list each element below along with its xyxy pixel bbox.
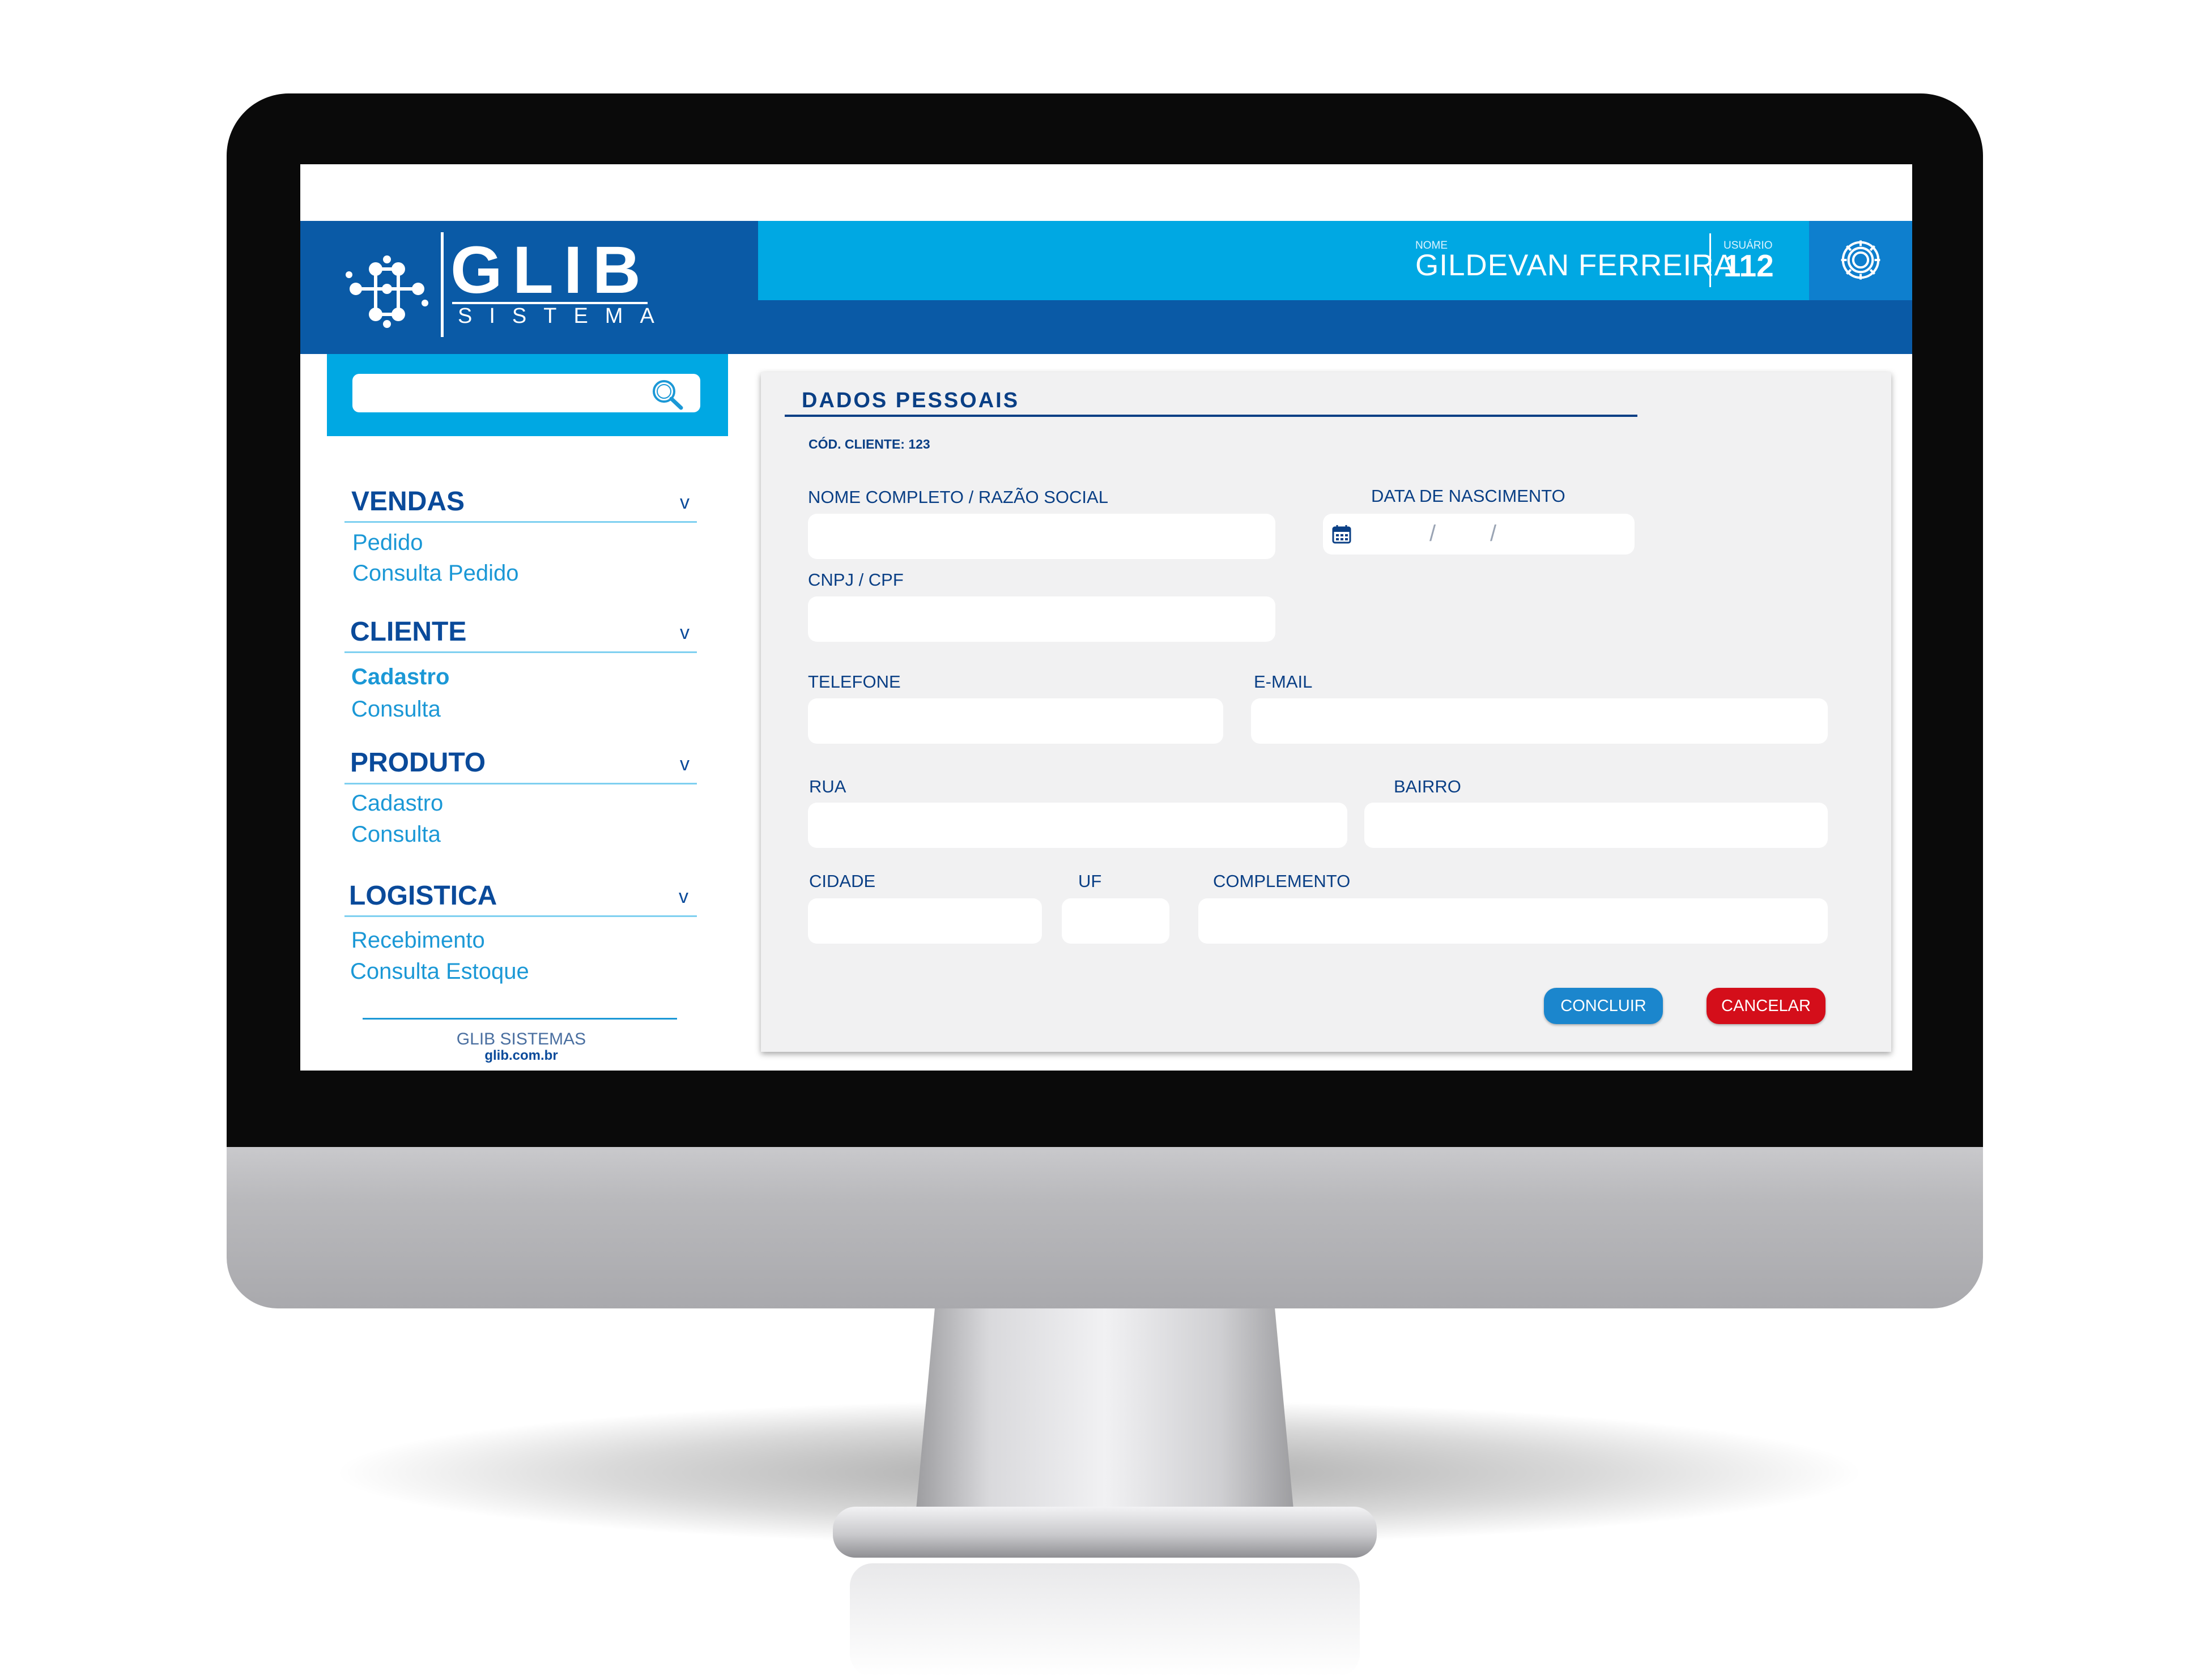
cidade-field[interactable] [808, 898, 1042, 944]
nav-item-pedido[interactable]: Pedido [352, 531, 423, 554]
chevron-down-icon[interactable]: v [680, 623, 690, 642]
nav-divider [344, 915, 697, 917]
label-nome: NOME COMPLETO / RAZÃO SOCIAL [808, 487, 1108, 507]
rua-field[interactable] [808, 803, 1347, 848]
client-code: CÓD. CLIENTE: 123 [808, 437, 930, 451]
label-cidade: CIDADE [809, 871, 876, 891]
nav-item-produto-consulta[interactable]: Consulta [351, 823, 441, 846]
monitor-stand-base [833, 1507, 1377, 1558]
user-id: 112 [1724, 248, 1774, 283]
calendar-icon[interactable] [1331, 524, 1352, 544]
complemento-field[interactable] [1198, 898, 1828, 944]
nav-section-logistica[interactable]: LOGISTICA [349, 882, 497, 910]
chevron-down-icon[interactable]: v [679, 887, 688, 906]
label-data-nascimento: DATA DE NASCIMENTO [1371, 486, 1565, 506]
nav-item-cliente-consulta[interactable]: Consulta [351, 698, 441, 720]
search-icon[interactable] [650, 378, 684, 411]
nav-item-recebimento[interactable]: Recebimento [351, 929, 485, 952]
chevron-down-icon[interactable]: v [680, 754, 690, 774]
nav-divider [344, 521, 697, 523]
label-uf: UF [1078, 871, 1102, 891]
nav-section-cliente[interactable]: CLIENTE [350, 619, 466, 646]
label-email: E-MAIL [1254, 672, 1313, 692]
nav-divider [344, 651, 697, 653]
nav-item-produto-cadastro[interactable]: Cadastro [351, 792, 443, 815]
label-bairro: BAIRRO [1394, 777, 1461, 796]
logo-divider [441, 232, 444, 337]
logo-network-icon [346, 255, 428, 328]
nav-item-consulta-estoque[interactable]: Consulta Estoque [350, 960, 529, 983]
app-screen: GLIB SISTEMA NOME GILDEVAN FERREIRA USUÁ… [300, 164, 1912, 1071]
nav-section-vendas[interactable]: VENDAS [351, 488, 465, 515]
label-cnpj-cpf: CNPJ / CPF [808, 570, 904, 590]
cancelar-button[interactable]: CANCELAR [1707, 988, 1825, 1024]
logo-text: GLIB [450, 233, 651, 308]
telefone-field[interactable] [808, 698, 1223, 744]
gear-icon[interactable] [1837, 237, 1884, 283]
monitor-chin [227, 1127, 1983, 1308]
date-separator: / [1490, 521, 1497, 546]
user-info-divider [1709, 233, 1711, 287]
monitor-stand-reflection [850, 1563, 1360, 1677]
label-rua: RUA [809, 777, 846, 796]
nav-section-produto[interactable]: PRODUTO [350, 749, 486, 777]
logo-subtitle: SISTEMA [458, 304, 671, 328]
nav-item-cliente-cadastro[interactable]: Cadastro [351, 666, 449, 688]
cnpj-cpf-field[interactable] [808, 596, 1275, 642]
uf-field[interactable] [1062, 898, 1169, 944]
nav-item-consulta-pedido[interactable]: Consulta Pedido [352, 562, 519, 585]
date-separator: / [1429, 521, 1436, 546]
chevron-down-icon[interactable]: v [680, 493, 690, 512]
user-name: GILDEVAN FERREIRA [1415, 249, 1735, 282]
label-complemento: COMPLEMENTO [1213, 871, 1351, 891]
birth-date-field[interactable] [1323, 514, 1635, 555]
concluir-button[interactable]: CONCLUIR [1544, 988, 1663, 1024]
sidebar-footer-divider [363, 1018, 677, 1020]
nav-divider [344, 783, 697, 784]
sidebar-footer-company: GLIB SISTEMAS [456, 1030, 586, 1048]
search-input[interactable] [352, 374, 700, 412]
form-title-rule [785, 415, 1637, 417]
form-title: DADOS PESSOAIS [802, 389, 1020, 412]
bairro-field[interactable] [1364, 803, 1828, 848]
nome-field[interactable] [808, 514, 1275, 559]
label-telefone: TELEFONE [808, 672, 901, 692]
email-field[interactable] [1251, 698, 1828, 744]
sidebar-footer-site[interactable]: glib.com.br [402, 1049, 640, 1063]
